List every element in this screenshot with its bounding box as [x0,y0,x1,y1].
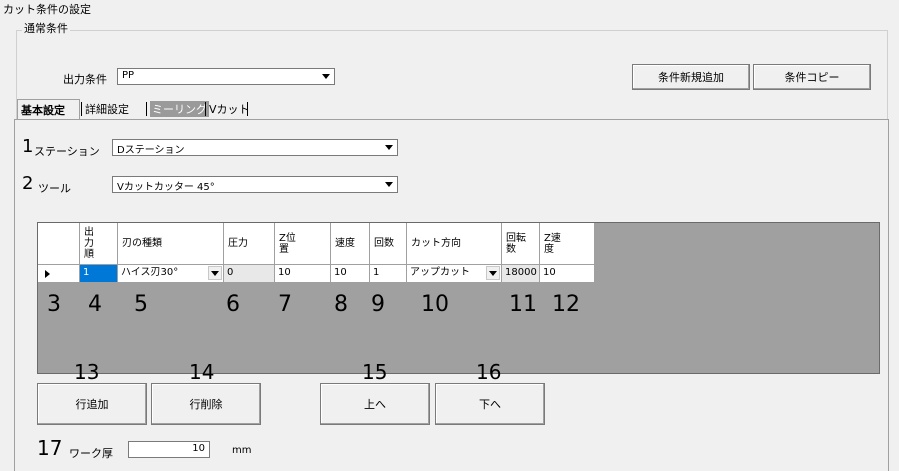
callout-number: 10 [421,292,449,317]
table-row[interactable]: 1 ハイス刃30° 0 10 10 1 アップカット 18000 10 [38,265,595,283]
callout-number: 5 [134,292,148,317]
station-select[interactable]: Dステーション [112,139,398,156]
callout-number: 14 [189,360,215,384]
delete-row-button[interactable]: 行削除 [151,383,261,425]
chevron-down-icon[interactable] [318,69,334,84]
tool-label: ツール [38,182,71,195]
callout-number: 8 [334,292,348,317]
callout-number: 16 [476,360,502,384]
add-row-button[interactable]: 行追加 [37,383,147,425]
grid-header-cell[interactable]: Z位 置 [275,223,331,265]
grid-header-cell [38,223,80,265]
tool-value: Vカットカッター 45° [117,182,215,193]
output-condition-select[interactable]: PP [117,68,335,85]
callout-number: 2 [22,173,34,194]
callout-number: 3 [47,292,61,317]
grid-header-row: 出 力 順 刃の種類 圧力 Z位 置 速度 回数 カット方向 回転 数 Z速 度 [38,223,595,265]
move-up-button[interactable]: 上へ [320,383,430,425]
chevron-down-icon[interactable] [381,177,397,192]
work-thickness-input[interactable]: 10 [128,441,210,458]
chevron-down-icon[interactable] [486,266,500,280]
grid-cell-cut-direction[interactable]: アップカット [407,265,502,283]
tab-label: 基本設定 [21,103,65,117]
callout-number: 1 [22,136,34,157]
copy-condition-button[interactable]: 条件コピー [753,64,871,90]
grid-header-cell[interactable]: 速度 [331,223,370,265]
row-selector[interactable] [38,265,80,283]
work-thickness-unit: mm [232,445,252,456]
chevron-down-icon[interactable] [381,140,397,155]
grid-cell-z-position[interactable]: 10 [275,265,331,283]
callout-number: 7 [278,292,292,317]
current-row-icon [45,269,50,278]
grid-header-cell[interactable]: 回転 数 [502,223,540,265]
station-label: ステーション [34,145,100,158]
grid-cell-blade-type[interactable]: ハイス刃30° [118,265,224,283]
grid-cell-z-speed[interactable]: 10 [540,265,595,283]
callout-number: 9 [371,292,385,317]
grid-cell-speed[interactable]: 10 [331,265,370,283]
grid-cell-rotation[interactable]: 18000 [502,265,540,283]
window-title: カット条件の設定 [3,3,91,16]
grid-header-cell[interactable]: 刃の種類 [118,223,224,265]
grid-cell-pressure[interactable]: 0 [224,265,275,283]
callout-number: 12 [552,292,580,317]
output-condition-value: PP [122,70,135,81]
tab-milling[interactable]: ミーリング [147,99,212,119]
callout-number: 4 [88,292,102,317]
add-new-condition-button[interactable]: 条件新規追加 [632,64,750,90]
move-down-button[interactable]: 下へ [435,383,545,425]
output-condition-label: 出力条件 [63,73,107,86]
tool-select[interactable]: Vカットカッター 45° [112,176,398,193]
grid-cell-count[interactable]: 1 [370,265,407,283]
callout-number: 17 [37,436,63,460]
callout-number: 11 [509,292,537,317]
grid-header-cell[interactable]: カット方向 [407,223,502,265]
grid-header-cell[interactable]: 回数 [370,223,407,265]
tab-label: 詳細設定 [85,103,129,116]
group-label: 通常条件 [22,20,70,36]
work-thickness-label: ワーク厚 [69,447,113,460]
cut-condition-grid[interactable]: 出 力 順 刃の種類 圧力 Z位 置 速度 回数 カット方向 回転 数 Z速 度… [37,222,880,374]
chevron-down-icon[interactable] [208,266,222,280]
grid-header-cell[interactable]: 圧力 [224,223,275,265]
tab-v-cut[interactable]: Vカット [206,99,253,119]
grid-header-cell[interactable]: Z速 度 [540,223,595,265]
cut-direction-value: アップカット [410,267,470,278]
grid-header-cell[interactable]: 出 力 順 [80,223,118,265]
callout-number: 6 [226,292,240,317]
tab-detail-settings[interactable]: 詳細設定 [82,99,132,119]
grid-cell-order[interactable]: 1 [80,265,118,283]
callout-number: 15 [362,360,388,384]
station-value: Dステーション [117,145,185,156]
tab-label: ミーリング [150,101,209,117]
work-thickness-value: 10 [192,443,205,454]
tab-label: Vカット [209,103,250,116]
callout-number: 13 [74,360,100,384]
blade-type-value: ハイス刃30° [121,267,179,278]
tab-basic-settings[interactable]: 基本設定 [17,99,80,119]
